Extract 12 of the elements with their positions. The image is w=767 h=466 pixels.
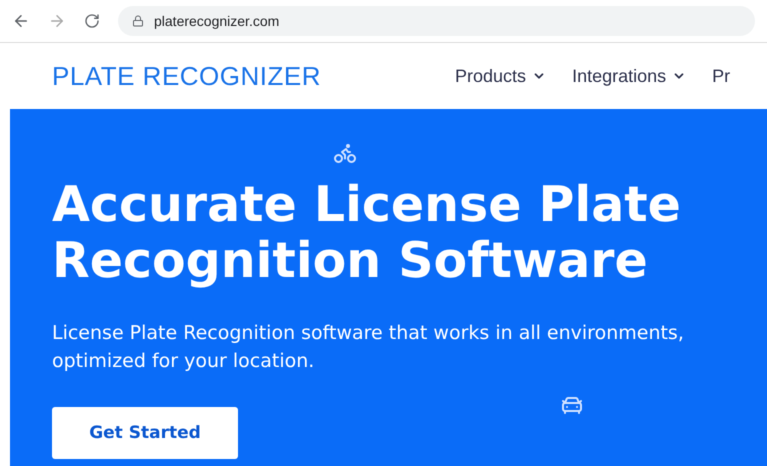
nav-link[interactable]: Products: [455, 66, 546, 86]
nav-link[interactable]: Integrations: [572, 66, 686, 86]
address-bar[interactable]: platerecognizer.com: [118, 6, 755, 36]
reload-icon[interactable]: [84, 13, 100, 29]
get-started-button[interactable]: Get Started: [52, 407, 238, 459]
back-icon[interactable]: [12, 12, 30, 30]
lock-icon: [132, 15, 144, 27]
url-text: platerecognizer.com: [154, 13, 280, 29]
nav-link[interactable]: Pr: [712, 66, 730, 86]
logo[interactable]: PLATE RECOGNIZER: [52, 60, 322, 92]
hero-subtitle: License Plate Recognition software that works in all environments, optimized for your location.: [52, 321, 685, 374]
hero-title: Accurate License Plate Recognition Software: [52, 177, 682, 289]
